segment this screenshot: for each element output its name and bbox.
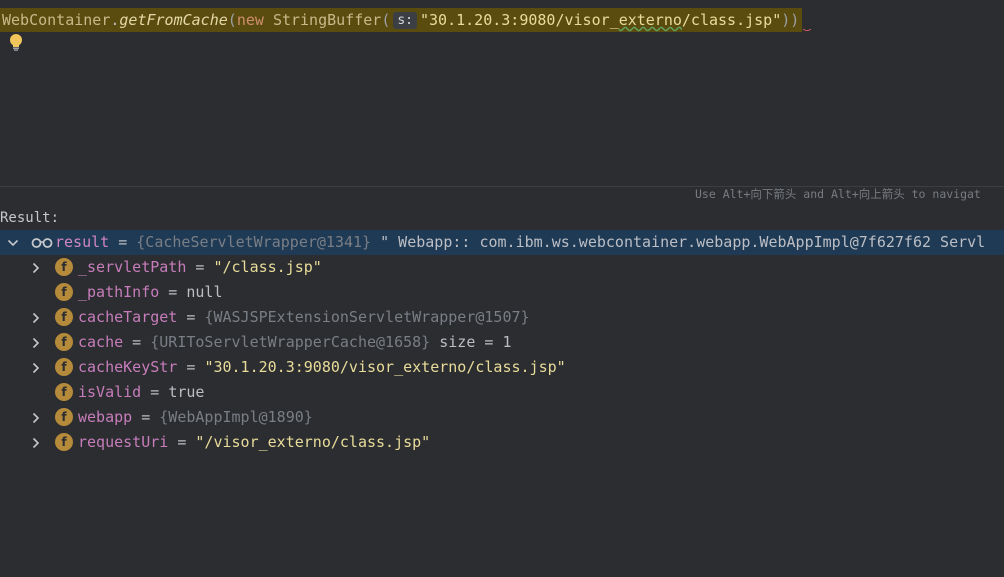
field-ref: {URIToServletWrapperCache@1658} bbox=[150, 333, 431, 351]
expr-dot: . bbox=[110, 11, 120, 29]
chevron-right-icon[interactable] bbox=[29, 436, 43, 450]
expr-string-end: /class.jsp" bbox=[681, 11, 782, 29]
field-row-text: requestUri = "/visor_externo/class.jsp" bbox=[78, 430, 430, 455]
field-eq: = bbox=[159, 283, 187, 301]
result-root-value: " Webapp:: com.ibm.ws.webcontainer.webap… bbox=[371, 233, 986, 251]
expr-keyword-new: new bbox=[236, 11, 264, 29]
field-icon: f bbox=[55, 408, 73, 426]
chevron-right-icon[interactable] bbox=[29, 336, 43, 350]
parameter-name-hint: s: bbox=[393, 11, 417, 29]
field-eq: = bbox=[186, 258, 214, 276]
field-row-text: isValid = true bbox=[78, 380, 204, 405]
result-root-ref: {CacheServletWrapper@1341} bbox=[136, 233, 372, 251]
chevron-down-icon[interactable] bbox=[6, 236, 20, 250]
expr-method-name: getFromCache bbox=[119, 11, 228, 29]
result-root-eq: = bbox=[109, 233, 137, 251]
error-squiggle-icon: ‿ bbox=[803, 17, 811, 31]
expr-string-argument: "30.1.20.3:9080/visor_externo/class.jsp" bbox=[420, 11, 781, 29]
field-eq: = bbox=[123, 333, 151, 351]
field-value: null bbox=[186, 283, 223, 301]
chevron-right-icon[interactable] bbox=[29, 311, 43, 325]
chevron-right-icon[interactable] bbox=[29, 261, 43, 275]
field-eq: = bbox=[168, 433, 196, 451]
field-row[interactable]: f cacheKeyStr = "30.1.20.3:9080/visor_ext… bbox=[0, 355, 1004, 380]
field-row[interactable]: f isValid = true bbox=[0, 380, 1004, 405]
field-eq: = bbox=[141, 383, 169, 401]
result-root-row[interactable]: result = {CacheServletWrapper@1341} " We… bbox=[0, 230, 1004, 255]
expr-string-typo-word: externo bbox=[618, 11, 682, 29]
field-row[interactable]: f _servletPath = "/class.jsp" bbox=[0, 255, 1004, 280]
field-icon: f bbox=[55, 358, 73, 376]
chevron-right-icon[interactable] bbox=[29, 361, 43, 375]
field-name: cacheTarget bbox=[78, 308, 178, 326]
field-value: "/visor_externo/class.jsp" bbox=[195, 433, 431, 451]
field-name: requestUri bbox=[78, 433, 169, 451]
lightbulb-icon[interactable] bbox=[8, 33, 24, 51]
field-name: isValid bbox=[78, 383, 142, 401]
field-eq: = bbox=[132, 408, 160, 426]
expr-class-name: WebContainer bbox=[2, 11, 111, 29]
expr-close-parens: )) bbox=[781, 11, 800, 29]
field-icon: f bbox=[55, 383, 73, 401]
expr-type-name: StringBuffer bbox=[272, 11, 382, 29]
field-row-text: webapp = {WebAppImpl@1890} bbox=[78, 405, 313, 430]
expr-open-paren: ( bbox=[227, 11, 237, 29]
expression-highlight[interactable]: WebContainer. getFromCache(new StringBuff… bbox=[0, 8, 803, 32]
field-name: _pathInfo bbox=[78, 283, 160, 301]
field-value: size = 1 bbox=[430, 333, 512, 351]
field-icon: f bbox=[55, 333, 73, 351]
field-row-text: cacheTarget = {WASJSPExtensionServletWra… bbox=[78, 305, 530, 330]
field-ref: {WebAppImpl@1890} bbox=[159, 408, 313, 426]
field-icon: f bbox=[55, 258, 73, 276]
field-eq: = bbox=[177, 358, 205, 376]
field-value: true bbox=[168, 383, 205, 401]
expression-line[interactable]: WebContainer. getFromCache(new StringBuff… bbox=[0, 8, 811, 32]
result-label: Result: bbox=[0, 210, 60, 226]
field-value: "30.1.20.3:9080/visor_externo/class.jsp" bbox=[204, 358, 566, 376]
field-row[interactable]: f requestUri = "/visor_externo/class.jsp" bbox=[0, 430, 1004, 455]
result-root-name: result bbox=[55, 233, 110, 251]
field-icon: f bbox=[55, 308, 73, 326]
result-children: f _servletPath = "/class.jsp" f _pathInfo =… bbox=[0, 255, 1004, 455]
result-root-text: result = {CacheServletWrapper@1341} " We… bbox=[55, 230, 985, 255]
field-icon: f bbox=[55, 433, 73, 451]
expression-editor[interactable]: WebContainer. getFromCache(new StringBuff… bbox=[0, 0, 1004, 186]
field-row[interactable]: f cacheTarget = {WASJSPExtensionServletWr… bbox=[0, 305, 1004, 330]
field-row-text: _servletPath = "/class.jsp" bbox=[78, 255, 322, 280]
field-row-text: _pathInfo = null bbox=[78, 280, 223, 305]
field-row[interactable]: f _pathInfo = null bbox=[0, 280, 1004, 305]
chevron-right-icon[interactable] bbox=[29, 411, 43, 425]
field-ref: {WASJSPExtensionServletWrapper@1507} bbox=[204, 308, 530, 326]
result-tree[interactable]: result = {CacheServletWrapper@1341} " We… bbox=[0, 230, 1004, 455]
watch-glasses-icon bbox=[31, 238, 53, 248]
field-eq: = bbox=[177, 308, 205, 326]
field-row-text: cache = {URIToServletWrapperCache@1658} … bbox=[78, 330, 512, 355]
expr-string-start: "30.1.20.3:9080/visor_ bbox=[420, 11, 619, 29]
field-name: _servletPath bbox=[78, 258, 187, 276]
field-icon: f bbox=[55, 283, 73, 301]
field-row[interactable]: f cache = {URIToServletWrapperCache@1658}… bbox=[0, 330, 1004, 355]
field-name: webapp bbox=[78, 408, 133, 426]
field-value: "/class.jsp" bbox=[213, 258, 322, 276]
field-row-text: cacheKeyStr = "30.1.20.3:9080/visor_exte… bbox=[78, 355, 566, 380]
navigation-hint: Use Alt+向下箭头 and Alt+向上箭头 to navigat bbox=[695, 187, 981, 201]
field-name: cacheKeyStr bbox=[78, 358, 178, 376]
field-row[interactable]: f webapp = {WebAppImpl@1890} bbox=[0, 405, 1004, 430]
expr-inner-open-paren: ( bbox=[381, 11, 391, 29]
field-name: cache bbox=[78, 333, 124, 351]
